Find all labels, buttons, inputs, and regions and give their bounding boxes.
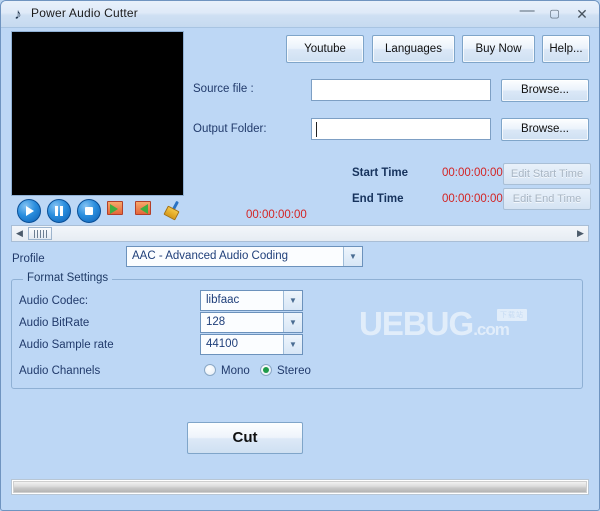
clear-button[interactable] bbox=[164, 201, 182, 219]
app-window: ♪ Power Audio Cutter — ▢ ✕ Youtube Langu… bbox=[0, 0, 600, 511]
audio-codec-label: Audio Codec: bbox=[19, 295, 88, 307]
scrollbar-thumb[interactable] bbox=[28, 227, 52, 240]
window-controls: — ▢ ✕ bbox=[515, 5, 593, 23]
current-timecode: 00:00:00:00 bbox=[246, 209, 307, 221]
play-button[interactable] bbox=[17, 199, 41, 223]
window-title: Power Audio Cutter bbox=[31, 6, 138, 20]
stop-button[interactable] bbox=[77, 199, 101, 223]
scroll-right-arrow-icon[interactable]: ▶ bbox=[573, 226, 588, 241]
format-settings-title: Format Settings bbox=[23, 272, 112, 284]
browse-source-button[interactable]: Browse... bbox=[501, 79, 589, 102]
edit-end-time-button[interactable]: Edit End Time bbox=[503, 188, 591, 210]
audio-samplerate-select[interactable]: 44100 ▼ bbox=[200, 334, 303, 355]
chevron-down-icon[interactable]: ▼ bbox=[283, 313, 302, 332]
close-button[interactable]: ✕ bbox=[571, 5, 593, 23]
output-folder-label: Output Folder: bbox=[193, 123, 267, 135]
thumb-grip-icon bbox=[34, 230, 47, 238]
profile-select[interactable]: AAC - Advanced Audio Coding ▼ bbox=[126, 246, 363, 267]
clear-broom-icon bbox=[164, 201, 182, 217]
set-end-button[interactable] bbox=[135, 201, 153, 219]
audio-samplerate-label: Audio Sample rate bbox=[19, 339, 114, 351]
play-icon bbox=[17, 199, 41, 223]
title-bar: ♪ Power Audio Cutter — ▢ ✕ bbox=[1, 1, 599, 28]
source-file-label: Source file : bbox=[193, 83, 254, 95]
end-time-value: 00:00:00:00 bbox=[442, 193, 503, 205]
profile-value: AAC - Advanced Audio Coding bbox=[132, 250, 288, 262]
chevron-down-icon[interactable]: ▼ bbox=[283, 291, 302, 310]
youtube-button[interactable]: Youtube bbox=[286, 35, 364, 63]
minimize-button[interactable]: — bbox=[516, 5, 538, 23]
timeline-scrollbar[interactable]: ◀ ▶ bbox=[11, 225, 589, 242]
audio-samplerate-value: 44100 bbox=[206, 338, 238, 350]
help-button[interactable]: Help... bbox=[542, 35, 590, 63]
edit-start-time-button[interactable]: Edit Start Time bbox=[503, 163, 591, 185]
buy-now-button[interactable]: Buy Now bbox=[462, 35, 535, 63]
cut-button[interactable]: Cut bbox=[187, 422, 303, 454]
start-time-value: 00:00:00:00 bbox=[442, 167, 503, 179]
stop-icon bbox=[77, 199, 101, 223]
profile-label: Profile bbox=[12, 253, 45, 265]
scroll-left-arrow-icon[interactable]: ◀ bbox=[12, 226, 27, 241]
stereo-radio[interactable] bbox=[260, 364, 272, 376]
music-note-icon: ♪ bbox=[10, 6, 26, 23]
audio-codec-select[interactable]: libfaac ▼ bbox=[200, 290, 303, 311]
audio-codec-value: libfaac bbox=[206, 294, 239, 306]
end-time-label: End Time bbox=[352, 193, 404, 205]
audio-bitrate-label: Audio BitRate bbox=[19, 317, 89, 329]
set-start-icon bbox=[107, 201, 123, 215]
stereo-label: Stereo bbox=[277, 365, 311, 377]
mono-radio[interactable] bbox=[204, 364, 216, 376]
pause-icon bbox=[47, 199, 71, 223]
output-folder-input[interactable] bbox=[311, 118, 491, 140]
browse-output-button[interactable]: Browse... bbox=[501, 118, 589, 141]
audio-channels-label: Audio Channels bbox=[19, 365, 100, 377]
progress-bar bbox=[11, 479, 589, 495]
chevron-down-icon[interactable]: ▼ bbox=[343, 247, 362, 266]
pause-button[interactable] bbox=[47, 199, 71, 223]
progress-fill bbox=[13, 481, 587, 493]
set-start-button[interactable] bbox=[107, 201, 125, 219]
audio-bitrate-select[interactable]: 128 ▼ bbox=[200, 312, 303, 333]
languages-button[interactable]: Languages bbox=[372, 35, 455, 63]
set-end-icon bbox=[135, 201, 151, 215]
mono-label: Mono bbox=[221, 365, 250, 377]
audio-bitrate-value: 128 bbox=[206, 316, 225, 328]
start-time-label: Start Time bbox=[352, 167, 408, 179]
maximize-button[interactable]: ▢ bbox=[544, 5, 566, 23]
chevron-down-icon[interactable]: ▼ bbox=[283, 335, 302, 354]
source-file-input[interactable] bbox=[311, 79, 491, 101]
text-caret bbox=[316, 122, 317, 137]
video-preview[interactable] bbox=[11, 31, 184, 196]
